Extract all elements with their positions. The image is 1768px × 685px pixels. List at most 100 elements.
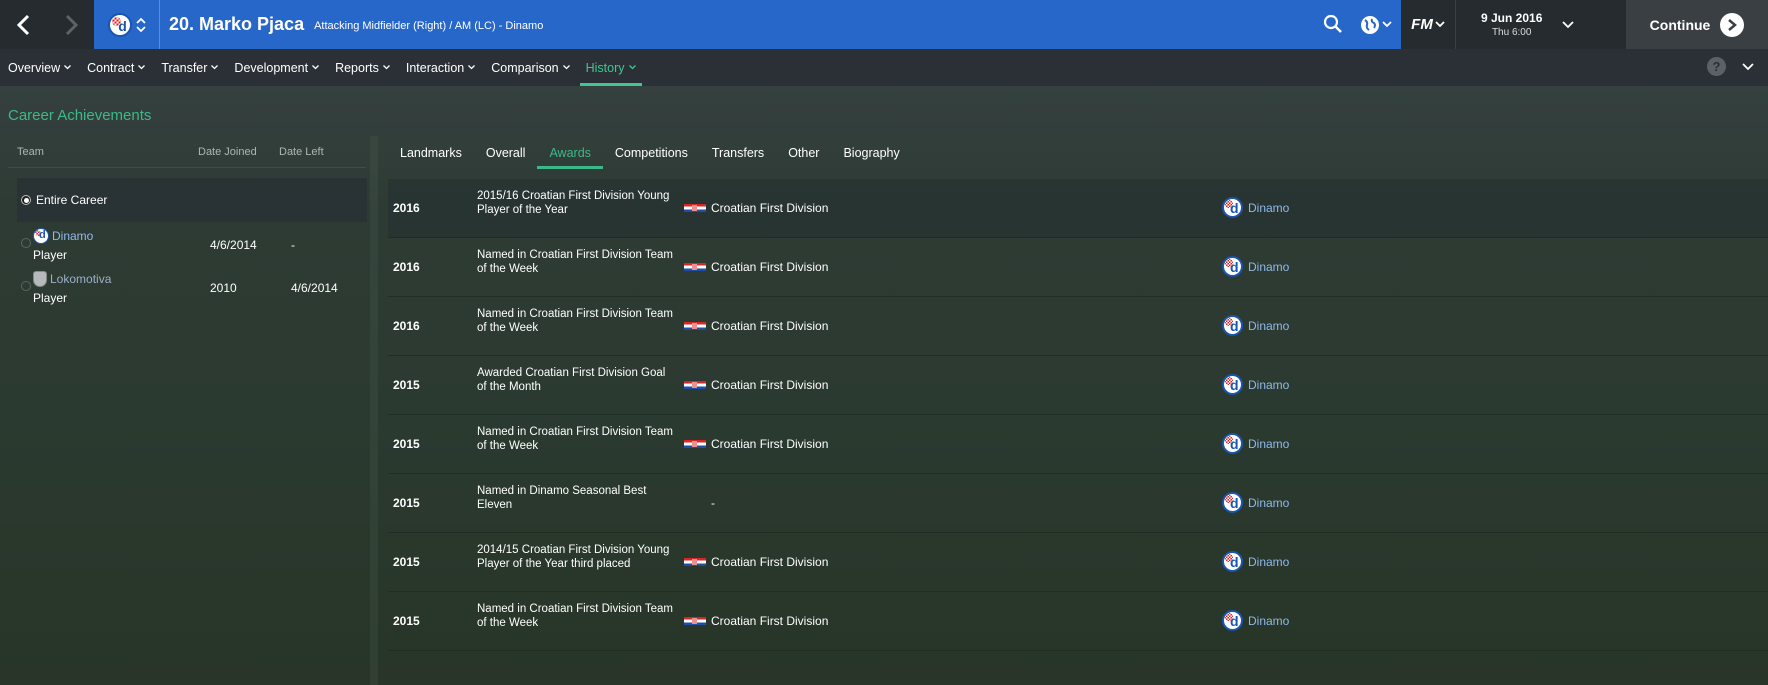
croatia-flag-icon: [684, 617, 706, 625]
award-row[interactable]: 2016 2015/16 Croatian First Division Youn…: [388, 179, 1768, 238]
current-date: 9 Jun 2016: [1481, 11, 1543, 25]
award-club[interactable]: d Dinamo: [1222, 374, 1289, 395]
continue-label: Continue: [1649, 16, 1711, 33]
award-club[interactable]: d Dinamo: [1222, 610, 1289, 631]
club-name[interactable]: Dinamo: [1248, 555, 1289, 569]
competition-name[interactable]: Croatian First Division: [711, 437, 828, 451]
club-name[interactable]: Dinamo: [1248, 614, 1289, 628]
club-name[interactable]: Dinamo: [52, 229, 93, 243]
competition-name[interactable]: Croatian First Division: [711, 260, 828, 274]
date-display[interactable]: 9 Jun 2016 Thu 6:00: [1455, 0, 1626, 49]
tab-biography[interactable]: Biography: [831, 136, 911, 169]
award-row[interactable]: 2015 Named in Croatian First Division Tea…: [388, 592, 1768, 651]
award-row[interactable]: 2016 Named in Croatian First Division Tea…: [388, 238, 1768, 297]
club-name[interactable]: Dinamo: [1248, 319, 1289, 333]
club-badge-icon[interactable]: d: [108, 12, 132, 37]
competition-name[interactable]: Croatian First Division: [711, 614, 828, 628]
award-row[interactable]: 2015 Named in Dinamo Seasonal Best Eleven…: [388, 474, 1768, 533]
club-name[interactable]: Dinamo: [1248, 437, 1289, 451]
globe-menu-button[interactable]: [1351, 0, 1401, 49]
chevron-up-icon[interactable]: [135, 16, 147, 25]
menu-item-label: Comparison: [491, 60, 559, 75]
award-description: Named in Croatian First Division Team of…: [477, 249, 673, 275]
column-header-team[interactable]: Team: [8, 146, 198, 158]
club-link[interactable]: d Dinamo: [33, 228, 93, 244]
award-row[interactable]: 2015 Awarded Croatian First Division Goal…: [388, 356, 1768, 415]
award-club[interactable]: d Dinamo: [1222, 551, 1289, 572]
award-competition[interactable]: Croatian First Division: [684, 614, 828, 628]
career-club-row[interactable]: d Dinamo Player 4/6/2014 -: [17, 222, 366, 265]
column-header-date-left[interactable]: Date Left: [279, 146, 359, 158]
award-competition[interactable]: Croatian First Division: [684, 437, 828, 451]
award-competition[interactable]: -: [684, 496, 715, 510]
menu-item-label: Transfer: [161, 60, 208, 75]
forward-button[interactable]: [47, 0, 94, 49]
entire-career-option[interactable]: Entire Career: [17, 178, 367, 222]
tab-awards[interactable]: Awards: [537, 136, 604, 169]
tab-landmarks[interactable]: Landmarks: [388, 136, 474, 169]
award-year: 2015: [393, 437, 420, 451]
menu-item-interaction[interactable]: Interaction: [398, 49, 483, 86]
help-icon[interactable]: ?: [1707, 57, 1726, 76]
continue-button[interactable]: Continue: [1626, 0, 1768, 49]
club-name[interactable]: Dinamo: [1248, 496, 1289, 510]
tab-competitions[interactable]: Competitions: [603, 136, 700, 169]
tab-overall[interactable]: Overall: [474, 136, 538, 169]
player-switcher[interactable]: [135, 16, 147, 34]
top-bar: d 20. Marko Pjaca Attacking Midfielder (…: [0, 0, 1768, 49]
competition-name[interactable]: Croatian First Division: [711, 201, 828, 215]
award-club[interactable]: d Dinamo: [1222, 315, 1289, 336]
chevron-down-icon: [64, 65, 72, 70]
award-competition[interactable]: Croatian First Division: [684, 555, 828, 569]
award-club[interactable]: d Dinamo: [1222, 197, 1289, 218]
award-competition[interactable]: Croatian First Division: [684, 378, 828, 392]
award-competition[interactable]: Croatian First Division: [684, 201, 828, 215]
search-icon[interactable]: [1322, 13, 1344, 35]
award-row[interactable]: 2015 Named in Croatian First Division Tea…: [388, 415, 1768, 474]
menu-item-overview[interactable]: Overview: [0, 49, 79, 86]
competition-name[interactable]: Croatian First Division: [711, 555, 828, 569]
award-row[interactable]: 2015 2014/15 Croatian First Division Youn…: [388, 533, 1768, 592]
chevron-down-icon[interactable]: [1742, 63, 1754, 71]
club-link[interactable]: Lokomotiva: [33, 271, 111, 287]
chevron-down-icon[interactable]: [135, 25, 147, 34]
award-year: 2016: [393, 260, 420, 274]
award-competition[interactable]: Croatian First Division: [684, 319, 828, 333]
award-competition[interactable]: Croatian First Division: [684, 260, 828, 274]
competition-name[interactable]: -: [711, 496, 715, 510]
radio-unselected-icon[interactable]: [21, 238, 31, 248]
menu-item-comparison[interactable]: Comparison: [483, 49, 577, 86]
menu-item-transfer[interactable]: Transfer: [153, 49, 226, 86]
column-header-date-joined[interactable]: Date Joined: [198, 146, 279, 158]
award-row[interactable]: 2016 Named in Croatian First Division Tea…: [388, 297, 1768, 356]
club-name[interactable]: Dinamo: [1248, 260, 1289, 274]
menu-item-history[interactable]: History: [578, 49, 644, 86]
radio-selected-icon[interactable]: [21, 195, 31, 205]
achievements-panel: Landmarks Overall Awards Competitions Transf…: [388, 136, 1768, 685]
lokomotiva-badge-icon: [33, 271, 47, 287]
award-club[interactable]: d Dinamo: [1222, 433, 1289, 454]
dinamo-badge-icon: d: [1222, 610, 1243, 631]
award-club[interactable]: d Dinamo: [1222, 256, 1289, 277]
dinamo-badge-icon: d: [33, 228, 49, 244]
award-description: Named in Croatian First Division Team of…: [477, 426, 673, 452]
dinamo-badge-icon: d: [1222, 374, 1243, 395]
club-name[interactable]: Dinamo: [1248, 378, 1289, 392]
tab-other[interactable]: Other: [776, 136, 831, 169]
menu-item-development[interactable]: Development: [226, 49, 327, 86]
menu-item-reports[interactable]: Reports: [327, 49, 398, 86]
back-button[interactable]: [0, 0, 47, 49]
club-name[interactable]: Dinamo: [1248, 201, 1289, 215]
competition-name[interactable]: Croatian First Division: [711, 378, 828, 392]
career-club-row[interactable]: Lokomotiva Player 2010 4/6/2014: [17, 265, 366, 308]
club-name[interactable]: Lokomotiva: [50, 272, 111, 286]
player-name[interactable]: 20. Marko Pjaca: [169, 14, 304, 35]
award-description: Named in Croatian First Division Team of…: [477, 603, 673, 629]
menu-item-contract[interactable]: Contract: [79, 49, 153, 86]
fm-menu-button[interactable]: FM: [1401, 0, 1455, 49]
chevron-down-icon: [138, 65, 146, 70]
tab-transfers[interactable]: Transfers: [700, 136, 776, 169]
award-club[interactable]: d Dinamo: [1222, 492, 1289, 513]
competition-name[interactable]: Croatian First Division: [711, 319, 828, 333]
radio-unselected-icon[interactable]: [21, 281, 31, 291]
